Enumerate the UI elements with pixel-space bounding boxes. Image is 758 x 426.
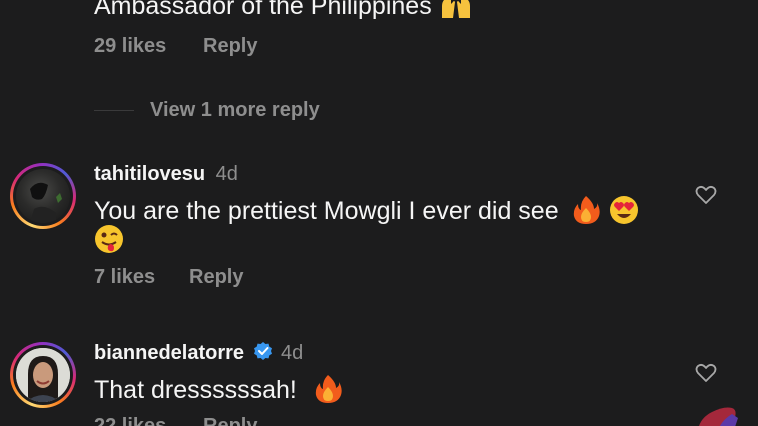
comment-reply-button[interactable]: Reply <box>189 267 243 287</box>
previous-comment-reply-button[interactable]: Reply <box>203 36 257 56</box>
username-link[interactable]: tahitilovesu <box>94 163 205 185</box>
comment-header: tahitilovesu 4d <box>94 164 238 185</box>
comment-text: You are the prettiest Mowgli I ever did … <box>94 195 639 230</box>
username-link[interactable]: biannedelatorre <box>94 342 244 364</box>
previous-comment-likes[interactable]: 29 likes <box>94 36 166 56</box>
floating-heart-icon <box>688 400 748 426</box>
view-more-replies-button[interactable]: View 1 more reply <box>150 100 320 120</box>
like-heart-icon[interactable] <box>695 185 717 205</box>
raised-hands-emoji <box>439 0 473 23</box>
avatar[interactable] <box>10 163 76 229</box>
replies-divider-line <box>94 110 134 111</box>
comments-screen: Ambassador of the Philippines 29 likes R… <box>0 0 758 426</box>
fire-emoji <box>572 195 600 230</box>
comment-likes[interactable]: 7 likes <box>94 267 155 287</box>
like-heart-icon[interactable] <box>695 363 717 383</box>
winking-tongue-emoji <box>94 224 124 259</box>
comment-likes[interactable]: 22 likes <box>94 416 166 426</box>
comment-header: biannedelatorre 4d <box>94 341 304 366</box>
previous-comment-text: Ambassador of the Philippines <box>94 0 473 23</box>
heart-eyes-emoji <box>609 195 639 230</box>
fire-emoji <box>314 374 342 409</box>
comment-text: That dressssssah! <box>94 374 342 409</box>
verified-badge-icon <box>253 341 273 366</box>
comment-reply-button[interactable]: Reply <box>203 416 257 426</box>
avatar[interactable] <box>10 342 76 408</box>
comment-timestamp: 4d <box>215 163 238 185</box>
comment-timestamp: 4d <box>280 342 304 364</box>
